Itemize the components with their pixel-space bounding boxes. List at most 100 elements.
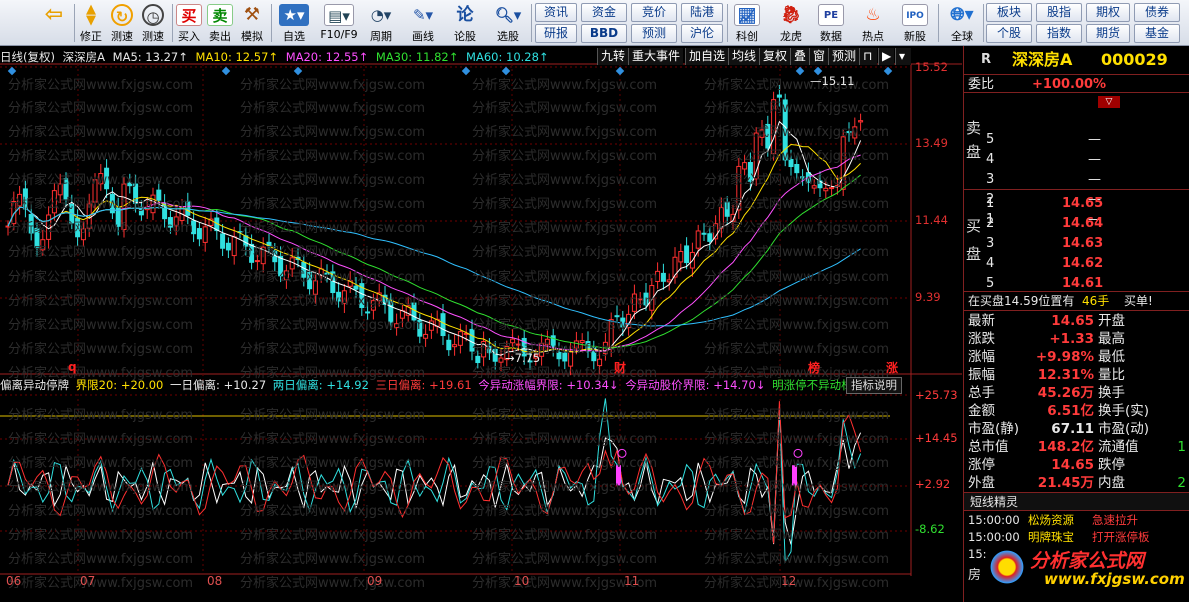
event-mark-finance[interactable]: 财 — [614, 359, 626, 376]
collapse-icon[interactable]: ▽ — [1098, 96, 1120, 108]
candle-body — [301, 261, 307, 278]
stock-picker-button[interactable]: 🔍︎▾ 选股 — [488, 2, 528, 44]
candle-body — [167, 217, 173, 228]
event-mark-list[interactable]: 榜 — [808, 359, 820, 376]
index-button[interactable]: 指数 — [1036, 24, 1082, 43]
stat-value: 2 — [1177, 475, 1186, 491]
stock-terminal: { "toolbar": { "buttons": [ {"label":"",… — [0, 0, 1189, 602]
bid-level: 4 — [986, 256, 995, 271]
indicator-help-button[interactable]: 指标说明 — [846, 377, 902, 394]
candle-body — [133, 183, 139, 204]
window-button[interactable]: 窗 — [809, 48, 829, 65]
ask-row[interactable]: 3— — [964, 170, 1189, 189]
event-mark-limit[interactable]: 涨 — [886, 359, 898, 376]
bid-row[interactable]: 2 14.64 — [964, 214, 1189, 233]
ipo-button[interactable]: IPO 新股 — [898, 2, 932, 44]
hot-topics-button[interactable]: ♨ 热点 — [856, 2, 890, 44]
funds-list-button[interactable]: 基金 — [1134, 24, 1180, 43]
x-axis-label: 12 — [781, 574, 797, 588]
sector-button[interactable]: 板块 — [986, 3, 1032, 22]
indicator-name[interactable]: 偏离异动停牌 — [0, 378, 69, 392]
pin-icon[interactable]: ⊓ — [859, 48, 877, 65]
stat-value: 12.31% — [1037, 367, 1094, 383]
short-line-title[interactable]: 短线精灵 — [970, 493, 1018, 512]
candle-body — [92, 179, 98, 203]
research-button[interactable]: 研报 — [535, 24, 577, 43]
bid-row[interactable]: 4 14.62 — [964, 254, 1189, 273]
star-market-button[interactable]: 📈︎ 科创 — [730, 2, 764, 44]
shanghai-london-button[interactable]: 沪伦 — [681, 24, 723, 43]
sell-button[interactable]: 卖 卖出 — [206, 2, 234, 44]
back-button[interactable]: ⇦ — [38, 2, 70, 44]
arrow-right-icon[interactable]: ▶ — [878, 48, 894, 65]
event-mark-q[interactable]: q — [68, 360, 77, 374]
f10-button[interactable]: ▤▾ F10/F9 — [316, 2, 362, 44]
bid-row[interactable]: 3 14.63 — [964, 234, 1189, 253]
funds-button[interactable]: 资金 — [581, 3, 627, 22]
adjust-button[interactable]: 复权 — [759, 48, 791, 65]
add-watch-button[interactable]: 加自选 — [685, 48, 729, 65]
news-button[interactable]: 资讯 — [535, 3, 577, 22]
single-stock-button[interactable]: 个股 — [986, 24, 1032, 43]
candle-body — [684, 245, 690, 264]
candle-body — [556, 351, 562, 360]
simulate-button[interactable]: ⚒ 模拟 — [237, 2, 267, 44]
ma-button[interactable]: 均线 — [728, 48, 760, 65]
candle-body — [852, 126, 858, 139]
dragon-tiger-button[interactable]: 🐉︎ 龙虎 — [774, 2, 808, 44]
bonds-button[interactable]: 债券 — [1134, 3, 1180, 22]
futures-button[interactable]: 期货 — [1086, 24, 1130, 43]
stat-row: 金额 6.51亿 换手(实) — [964, 402, 1189, 420]
event-type: 急速拉升 — [1092, 513, 1138, 527]
event-stock: 松炀资源 — [1028, 513, 1074, 527]
forecast-button[interactable]: 预测 — [631, 24, 677, 43]
global-button[interactable]: 🌐︎▾ 全球 — [942, 2, 982, 44]
predict-button[interactable]: 预测 — [828, 48, 860, 65]
bid-level: 1 — [986, 196, 995, 211]
stock-label: 深深房A — [62, 50, 106, 64]
candle-body — [771, 99, 777, 155]
candle-body — [191, 220, 197, 235]
short-line-item[interactable]: 15:00:00 松炀资源 急速拉升 — [964, 512, 1189, 529]
stat-label: 换手 — [1098, 385, 1125, 401]
kline-chart[interactable] — [0, 46, 963, 602]
x-axis-label: 09 — [367, 574, 383, 588]
forum-button[interactable]: 论 论股 — [447, 2, 483, 44]
draw-line-button[interactable]: ✎▾ 画线 — [403, 2, 443, 44]
three-day-dev: 三日偏离: +19.61 — [375, 378, 472, 392]
period-label[interactable]: 日线(复权) — [0, 50, 55, 64]
period-button[interactable]: ◔▾ 周期 — [363, 2, 399, 44]
bid-row[interactable]: 5 14.61 — [964, 274, 1189, 293]
candle-body — [608, 319, 614, 349]
dropdown-icon[interactable]: ▾ — [895, 48, 911, 65]
hk-connect-button[interactable]: 陆港 — [681, 3, 723, 22]
sell-icon: 卖 — [207, 4, 233, 26]
price-axis-label: 9.39 — [915, 290, 941, 304]
ask-row[interactable]: 5— — [964, 130, 1189, 149]
nine-turn-button[interactable]: 九转 — [597, 48, 629, 65]
watchlist-button[interactable]: ★▾ 自选 — [274, 2, 314, 44]
fix-button[interactable]: ▲ ▼ 修正 — [76, 2, 106, 44]
candle-body — [51, 190, 57, 214]
candle-body — [370, 300, 376, 311]
ask-row[interactable]: 4— — [964, 150, 1189, 169]
hot-icon: ♨ — [865, 5, 881, 25]
index-futures-button[interactable]: 股指 — [1036, 3, 1082, 22]
speed-test-button[interactable]: ↻ 测速 — [107, 2, 137, 44]
overlay-button[interactable]: 叠 — [790, 48, 810, 65]
major-events-button[interactable]: 重大事件 — [628, 48, 684, 65]
auction-button[interactable]: 竞价 — [631, 3, 677, 22]
candle-body — [568, 351, 574, 367]
bid-row[interactable]: 1 14.65 — [964, 194, 1189, 213]
data-button[interactable]: PE 数据 — [814, 2, 848, 44]
buy-button[interactable]: 买 买入 — [175, 2, 203, 44]
today-limit: 今异动涨幅界限: +10.34↓ — [478, 378, 619, 392]
stat-row: 最新 14.65 开盘 — [964, 312, 1189, 330]
candle-body — [759, 129, 765, 138]
test-speed-button-2[interactable]: ◷ 测速 — [138, 2, 168, 44]
one-day-dev: 一日偏离: +10.27 — [170, 378, 267, 392]
candle-body — [707, 233, 713, 242]
stat-label: 市盈(动) — [1098, 421, 1150, 437]
bbd-button[interactable]: BBD — [581, 24, 627, 43]
options-button[interactable]: 期权 — [1086, 3, 1130, 22]
